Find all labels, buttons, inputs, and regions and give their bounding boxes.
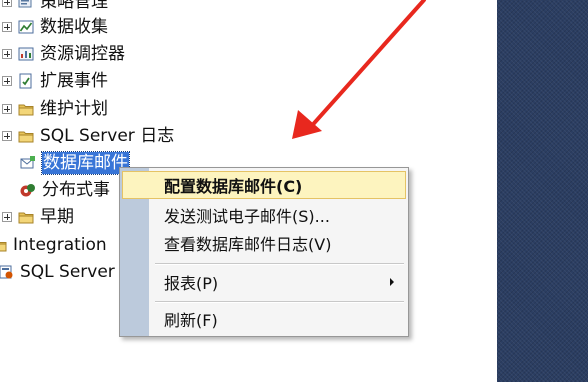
right-background-panel [497,0,588,382]
menu-item-label: 报表(P) [164,274,219,293]
menu-item-reports[interactable]: 报表(P) [122,268,406,296]
menu-separator [155,301,404,303]
menu-item-configure-database-mail[interactable]: 配置数据库邮件(C) [122,171,406,199]
menu-item-label: 发送测试电子邮件(S)... [164,207,330,226]
submenu-arrow-icon [390,278,394,286]
menu-item-send-test-email[interactable]: 发送测试电子邮件(S)... [122,201,406,229]
menu-item-label: 查看数据库邮件日志(V) [164,235,332,254]
menu-separator [155,263,404,265]
context-menu: 配置数据库邮件(C) 发送测试电子邮件(S)... 查看数据库邮件日志(V) 报… [119,167,409,337]
menu-item-view-database-mail-log[interactable]: 查看数据库邮件日志(V) [122,229,406,257]
menu-item-refresh[interactable]: 刷新(F) [122,305,406,333]
menu-item-label: 刷新(F) [164,311,218,330]
menu-item-label: 配置数据库邮件(C) [164,177,303,196]
